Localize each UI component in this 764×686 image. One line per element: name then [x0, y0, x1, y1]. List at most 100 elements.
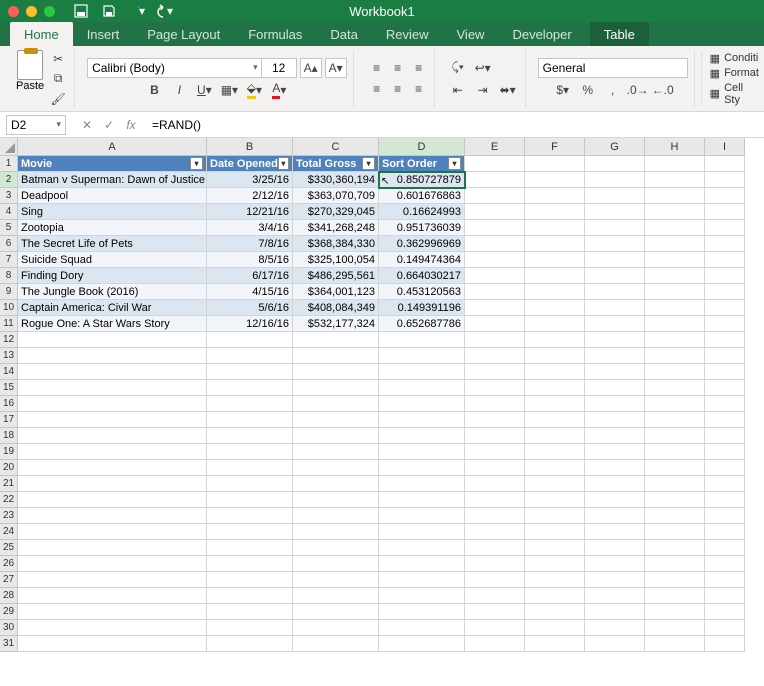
cell[interactable]: [525, 204, 585, 220]
col-header-F[interactable]: F: [525, 138, 585, 156]
cell[interactable]: [525, 540, 585, 556]
cell[interactable]: [18, 492, 207, 508]
cell[interactable]: 3/25/16: [207, 172, 293, 188]
cell[interactable]: [525, 316, 585, 332]
tab-page-layout[interactable]: Page Layout: [133, 22, 234, 46]
cell[interactable]: 8/5/16: [207, 252, 293, 268]
cell[interactable]: 12/21/16: [207, 204, 293, 220]
cell[interactable]: 0.664030217: [379, 268, 465, 284]
cell[interactable]: [585, 508, 645, 524]
row-header[interactable]: 23: [0, 508, 18, 524]
cell[interactable]: [585, 268, 645, 284]
cell[interactable]: [705, 476, 745, 492]
row-header[interactable]: 31: [0, 636, 18, 652]
cell[interactable]: [293, 364, 379, 380]
row-header[interactable]: 9: [0, 284, 18, 300]
cell[interactable]: [525, 300, 585, 316]
cell[interactable]: [705, 380, 745, 396]
tab-data[interactable]: Data: [316, 22, 371, 46]
cell[interactable]: [465, 220, 525, 236]
cell[interactable]: [705, 300, 745, 316]
cell[interactable]: [293, 588, 379, 604]
cell[interactable]: [525, 220, 585, 236]
cell[interactable]: [18, 364, 207, 380]
cell[interactable]: [293, 460, 379, 476]
row-header[interactable]: 12: [0, 332, 18, 348]
cell[interactable]: [585, 316, 645, 332]
cell[interactable]: [585, 332, 645, 348]
cell[interactable]: 0.149391196: [379, 300, 465, 316]
cell[interactable]: Suicide Squad: [18, 252, 207, 268]
row-header[interactable]: 26: [0, 556, 18, 572]
cell[interactable]: [645, 572, 705, 588]
cell[interactable]: [525, 188, 585, 204]
cell[interactable]: [585, 492, 645, 508]
cell[interactable]: [585, 540, 645, 556]
border-button[interactable]: ▦▾: [218, 80, 240, 100]
col-header-C[interactable]: C: [293, 138, 379, 156]
cell[interactable]: [705, 540, 745, 556]
cell[interactable]: $330,360,194: [293, 172, 379, 188]
cell[interactable]: 0.16624993: [379, 204, 465, 220]
row-header[interactable]: 17: [0, 412, 18, 428]
decrease-font-icon[interactable]: A▾: [325, 58, 347, 78]
cell[interactable]: [379, 412, 465, 428]
cell[interactable]: [207, 508, 293, 524]
cell[interactable]: [379, 428, 465, 444]
cell[interactable]: [207, 492, 293, 508]
bold-button[interactable]: B: [143, 80, 165, 100]
cell[interactable]: $368,384,330: [293, 236, 379, 252]
comma-format-icon[interactable]: ,: [602, 80, 624, 100]
cell[interactable]: [525, 156, 585, 172]
cell[interactable]: [525, 172, 585, 188]
format-as-table-button[interactable]: ▦Format: [710, 67, 759, 80]
cell[interactable]: 0.149474364: [379, 252, 465, 268]
cell[interactable]: [465, 428, 525, 444]
row-header[interactable]: 5: [0, 220, 18, 236]
row-header[interactable]: 1: [0, 156, 18, 172]
cell[interactable]: [705, 412, 745, 428]
cell[interactable]: [585, 556, 645, 572]
cell[interactable]: [525, 428, 585, 444]
cell[interactable]: $363,070,709: [293, 188, 379, 204]
cell[interactable]: [705, 316, 745, 332]
cell[interactable]: [379, 572, 465, 588]
row-header[interactable]: 21: [0, 476, 18, 492]
cell[interactable]: [645, 508, 705, 524]
cell[interactable]: [379, 508, 465, 524]
cell[interactable]: [293, 332, 379, 348]
cell[interactable]: [207, 396, 293, 412]
cell[interactable]: [465, 316, 525, 332]
cell[interactable]: $325,100,054: [293, 252, 379, 268]
decrease-indent-icon[interactable]: ⇤: [447, 80, 469, 100]
cell[interactable]: [645, 348, 705, 364]
cell[interactable]: [465, 268, 525, 284]
cell[interactable]: [585, 204, 645, 220]
cell[interactable]: [645, 636, 705, 652]
cell[interactable]: [645, 556, 705, 572]
cell[interactable]: Zootopia: [18, 220, 207, 236]
cell[interactable]: Total Gross▾: [293, 156, 379, 172]
col-header-B[interactable]: B: [207, 138, 293, 156]
paste-button[interactable]: Paste: [16, 50, 44, 108]
cell[interactable]: [465, 396, 525, 412]
cell[interactable]: [705, 252, 745, 268]
conditional-formatting-button[interactable]: ▦Conditi: [710, 52, 759, 65]
cell[interactable]: [585, 380, 645, 396]
cell[interactable]: [645, 476, 705, 492]
cell[interactable]: [705, 188, 745, 204]
cell[interactable]: [525, 268, 585, 284]
cell[interactable]: [585, 604, 645, 620]
cell[interactable]: [525, 476, 585, 492]
cell[interactable]: [645, 220, 705, 236]
cell[interactable]: [207, 428, 293, 444]
row-header[interactable]: 13: [0, 348, 18, 364]
col-header-A[interactable]: A: [18, 138, 207, 156]
cell[interactable]: [525, 508, 585, 524]
cell[interactable]: [207, 636, 293, 652]
cell[interactable]: [645, 156, 705, 172]
cell[interactable]: Rogue One: A Star Wars Story: [18, 316, 207, 332]
cell[interactable]: [645, 316, 705, 332]
cell[interactable]: [705, 588, 745, 604]
cell[interactable]: [465, 284, 525, 300]
